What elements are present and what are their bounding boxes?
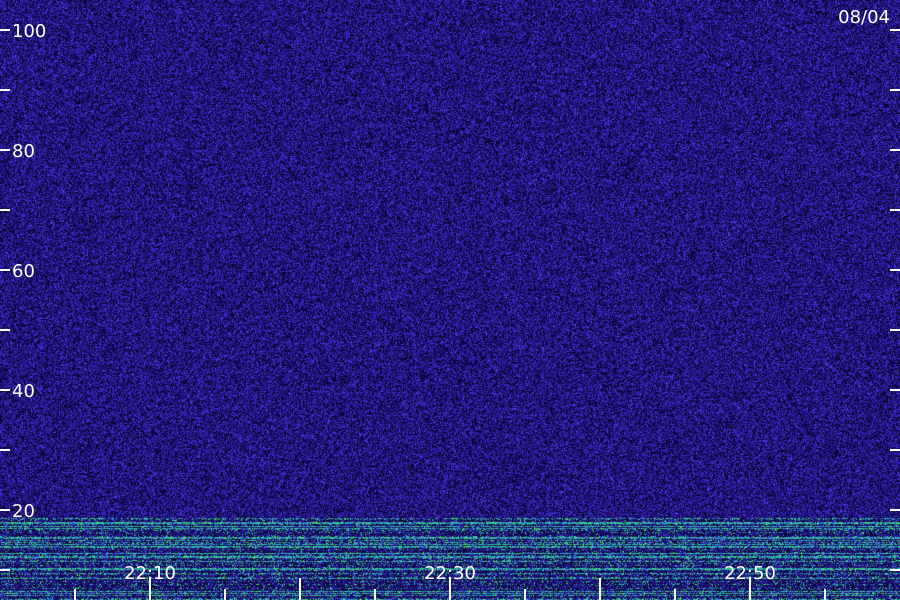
x-axis-ticks: 22:10 22:30 22:50 xyxy=(74,563,826,600)
y-tick-label: 60 xyxy=(12,261,35,282)
y-tick-label: 80 xyxy=(12,141,35,162)
x-tick-label: 22:30 xyxy=(424,563,476,584)
x-tick-label: 22:10 xyxy=(124,563,176,584)
y-tick-label: 40 xyxy=(12,381,35,402)
x-tick-label: 22:50 xyxy=(724,563,776,584)
y-axis-ticks: 100 80 60 40 20 xyxy=(0,21,900,571)
spectrogram-chart: 08/04 100 80 60 40 20 22:10 22:30 22:50 xyxy=(0,0,900,600)
chart-axes: 08/04 100 80 60 40 20 22:10 22:30 22:50 xyxy=(0,7,900,600)
y-tick-label: 20 xyxy=(12,501,35,522)
date-label: 08/04 xyxy=(838,7,890,28)
y-tick-label: 100 xyxy=(12,21,46,42)
